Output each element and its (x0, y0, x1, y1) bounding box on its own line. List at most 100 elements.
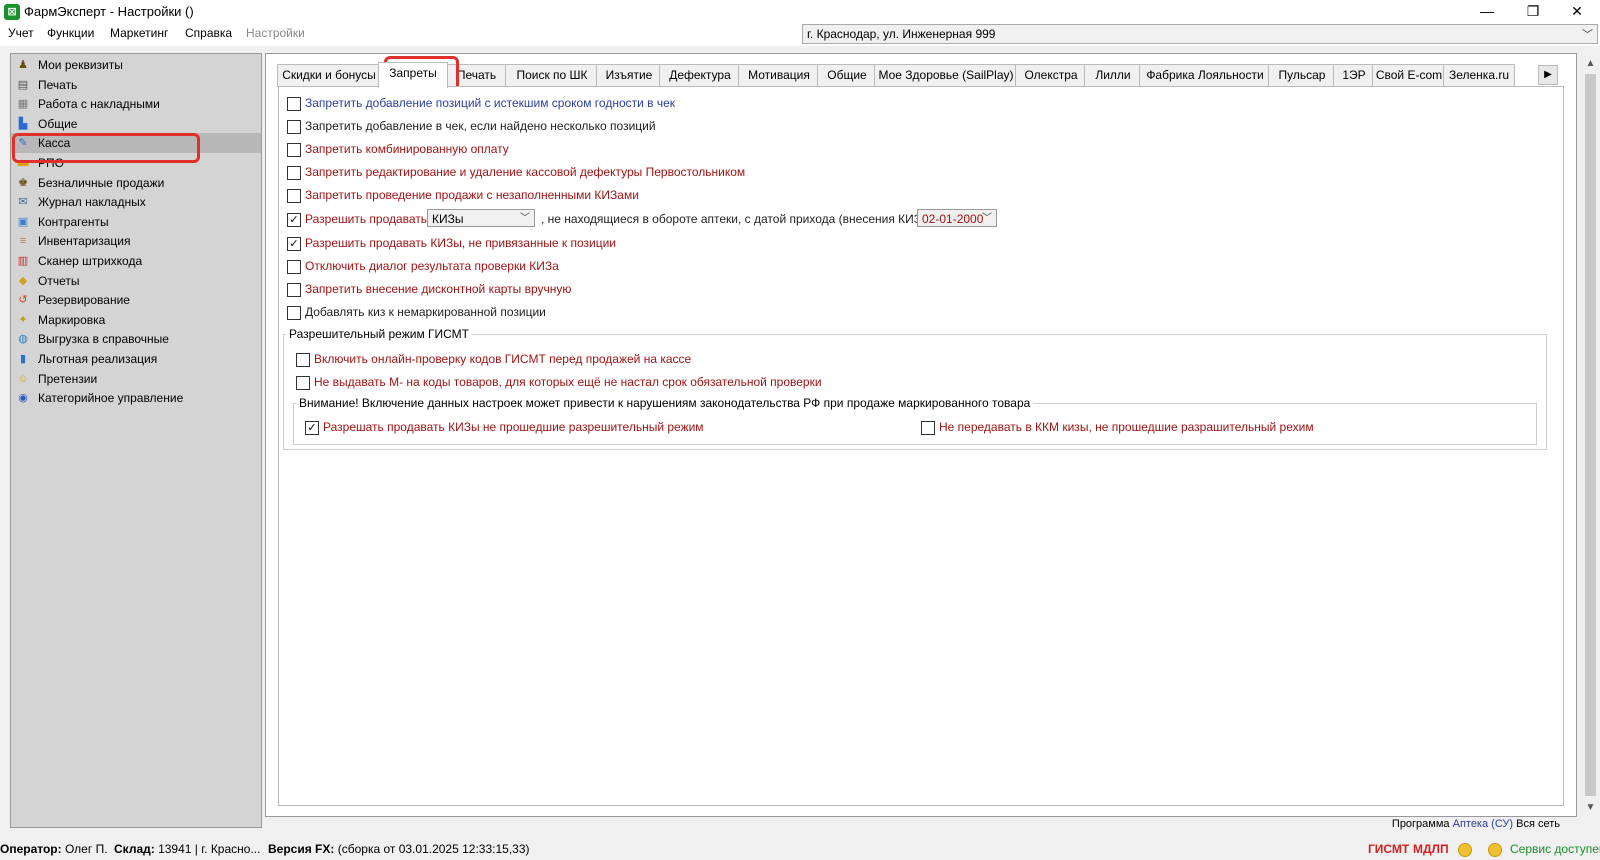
sidebar-item[interactable]: ▥ Сканер штрихкода (11, 251, 261, 271)
option-middle-text: , не находящиеся в обороте аптеки, с дат… (541, 212, 949, 226)
option-row-sell-kiz[interactable]: ✓ Разрешить продавать КИЗы ﹀ , не находя… (287, 209, 1187, 229)
mdlp-status: МДЛП (1413, 842, 1449, 856)
kiz-type-value: КИЗы (432, 212, 464, 226)
status-coin-icon (1488, 843, 1502, 857)
tab[interactable]: Поиск по ШК (505, 64, 599, 87)
title-bar: ⊠ ФармЭксперт - Настройки () — ❐ ✕ (0, 0, 1600, 24)
tab[interactable]: Зеленка.ru (1443, 64, 1515, 87)
sidebar-item-label: Печать (38, 77, 78, 92)
version-value: (сборка от 03.01.2025 12:33:15,33) (337, 842, 530, 856)
tab[interactable]: Пульсар (1268, 64, 1336, 87)
sidebar-item[interactable]: ↺ Резервирование (11, 290, 261, 310)
tab[interactable]: 1ЭР (1333, 64, 1375, 87)
document-icon: ▦ (17, 98, 29, 111)
tab[interactable]: Мое Здоровье (SailPlay) (874, 64, 1018, 87)
tab[interactable]: Дефектура (659, 64, 741, 87)
address-value: г. Краснодар, ул. Инженерная 999 (807, 27, 996, 41)
scroll-up-icon[interactable]: ▲ (1583, 56, 1598, 72)
sidebar-item[interactable]: ✦ Маркировка (11, 310, 261, 330)
menu-marketing[interactable]: Маркетинг (110, 26, 168, 40)
tab-scroll-right-icon[interactable]: ▶ (1538, 65, 1558, 85)
kiz-type-select[interactable]: КИЗы ﹀ (427, 209, 535, 227)
address-select[interactable]: г. Краснодар, ул. Инженерная 999 ﹀ (802, 24, 1598, 44)
inventory-icon: ≡ (19, 235, 27, 248)
option-label: Запретить внесение дисконтной карты вруч… (305, 282, 572, 296)
sidebar-item-label: Маркировка (38, 312, 106, 327)
sidebar-item[interactable]: ▙ Общие (11, 114, 261, 134)
claims-icon: ☺ (17, 372, 29, 385)
tab[interactable]: Фабрика Лояльности (1139, 64, 1271, 87)
tab[interactable]: Лилли (1084, 64, 1142, 87)
option-checkbox[interactable] (287, 166, 301, 180)
tab[interactable]: Общие (817, 64, 877, 87)
sidebar-item[interactable]: ♚ Безналичные продажи (11, 173, 261, 193)
option-checkbox[interactable] (921, 421, 935, 435)
close-button[interactable]: ✕ (1554, 0, 1600, 24)
sidebar-item-label: Работа с накладными (38, 97, 160, 112)
sidebar-item-label: Общие (38, 116, 78, 131)
option-label: Запретить комбинированную оплату (305, 142, 509, 156)
restore-button[interactable]: ❐ (1510, 0, 1556, 24)
contacts-icon: ▣ (17, 215, 29, 228)
scroll-down-icon[interactable]: ▼ (1583, 800, 1598, 816)
warehouse-info: Склад: 13941 | г. Красно... (114, 842, 260, 856)
sidebar-item-label: Сканер штрихкода (38, 254, 143, 268)
tab[interactable]: Олекстра (1015, 64, 1087, 87)
operator-label: Оператор: (0, 842, 62, 856)
option-checkbox[interactable] (287, 97, 301, 111)
option-checkbox[interactable] (287, 283, 301, 297)
sidebar-item-label: Безналичные продажи (38, 175, 165, 190)
sidebar-item-label: Контрагенты (38, 214, 109, 229)
chevron-down-icon: ﹀ (520, 213, 530, 224)
sidebar-item[interactable]: ▦ Работа с накладными (11, 94, 261, 114)
option-checkbox[interactable] (296, 353, 310, 367)
option-checkbox[interactable]: ✓ (287, 213, 301, 227)
tab[interactable]: Запреты (378, 62, 448, 88)
option-label: Добавлять киз к немаркированной позиции (305, 305, 546, 319)
menu-settings[interactable]: Настройки (246, 26, 305, 40)
option-checkbox[interactable] (287, 143, 301, 157)
sidebar-item[interactable]: ◍ Выгрузка в справочные (11, 329, 261, 349)
sidebar-item[interactable]: ◉ Категорийное управление (11, 388, 261, 408)
option-label: Не передавать в ККМ кизы, не прошедшие р… (939, 420, 1314, 434)
option-checkbox[interactable] (296, 376, 310, 390)
sidebar-item[interactable]: ☺ Претензии (11, 369, 261, 389)
operator-info: Оператор: Олег П. (0, 842, 108, 856)
option-checkbox[interactable] (287, 120, 301, 134)
sidebar-item-label: Мои реквизиты (38, 58, 123, 72)
sidebar-item[interactable]: ◆ Отчеты (11, 271, 261, 291)
sidebar-item[interactable]: ✉ Журнал накладных (11, 192, 261, 212)
menu-help[interactable]: Справка (185, 26, 232, 40)
requisites-icon: ♟ (18, 59, 28, 71)
warehouse-label: Склад: (114, 842, 155, 856)
sidebar-item[interactable]: ♟ Мои реквизиты (11, 55, 261, 75)
service-status: Сервис доступен (1510, 842, 1600, 856)
sidebar-item-label: Категорийное управление (38, 391, 184, 406)
option-checkbox[interactable]: ✓ (305, 421, 319, 435)
tab[interactable]: Мотивация (738, 64, 820, 87)
warning-group-title: Внимание! Включение данных настроек може… (296, 396, 1034, 410)
sidebar-item[interactable]: ≡ Инвентаризация (11, 231, 261, 251)
tab[interactable]: Изъятие (596, 64, 662, 87)
menu-functions[interactable]: Функции (47, 26, 94, 40)
sidebar-item-label: Инвентаризация (38, 234, 131, 249)
sidebar-item[interactable]: ▣ Контрагенты (11, 212, 261, 232)
marking-icon: ✦ (18, 313, 28, 326)
version-label: Версия FX: (268, 842, 335, 856)
option-checkbox[interactable] (287, 306, 301, 320)
printer-icon: ▤ (17, 78, 29, 91)
minimize-button[interactable]: — (1464, 0, 1510, 24)
tab[interactable]: Свой E-com (1372, 64, 1446, 87)
option-checkbox[interactable]: ✓ (287, 237, 301, 251)
option-checkbox[interactable] (287, 260, 301, 274)
tab[interactable]: Скидки и бонусы (277, 64, 381, 87)
date-select[interactable]: 02-01-2000 ﹀ (917, 209, 997, 227)
farmexpert-logo-icon: ⊠ (4, 4, 20, 20)
sidebar-item[interactable]: ▮ Льготная реализация (11, 349, 261, 369)
program-link[interactable]: Аптека (СУ) (1453, 818, 1513, 830)
scrollbar-thumb[interactable] (1585, 74, 1596, 796)
option-checkbox[interactable] (287, 189, 301, 203)
sidebar-item[interactable]: ▤ Печать (11, 75, 261, 95)
option-label: Запретить добавление в чек, если найдено… (305, 119, 656, 133)
menu-uchet[interactable]: Учет (8, 26, 34, 40)
